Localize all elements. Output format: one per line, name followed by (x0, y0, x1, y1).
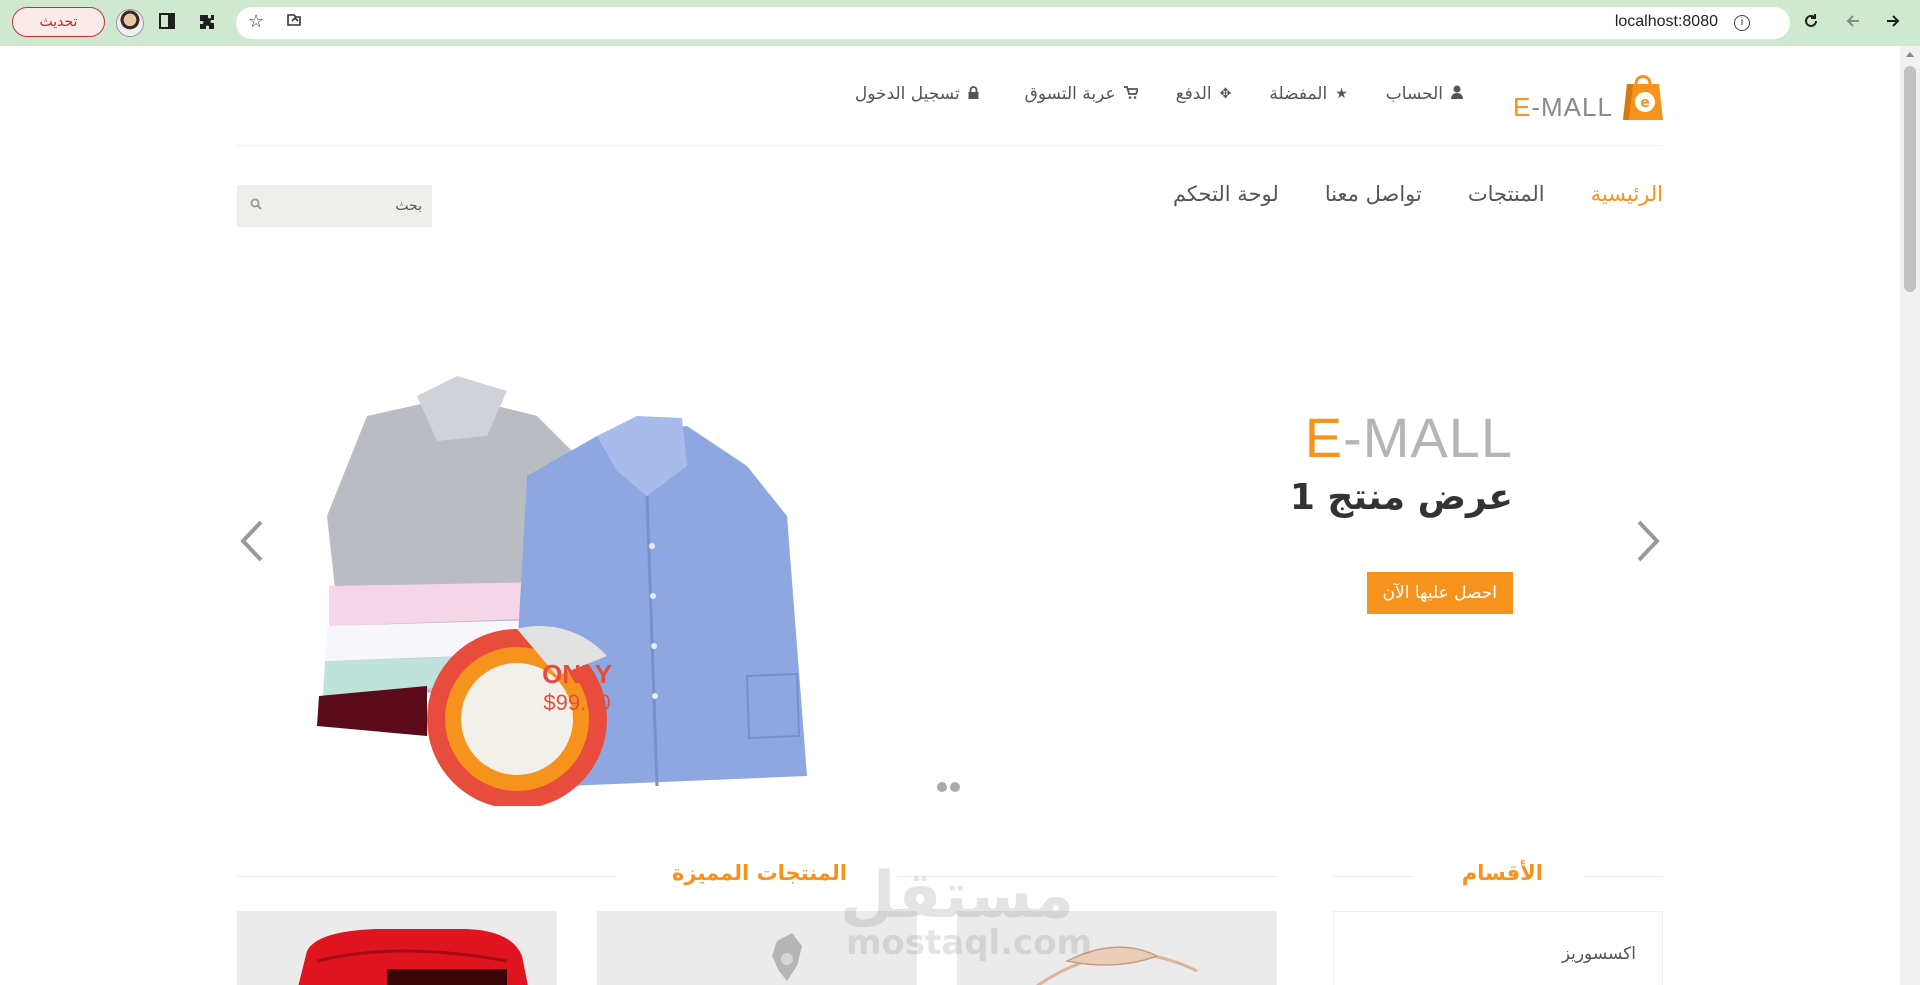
page-scrollbar[interactable] (1900, 46, 1920, 985)
featured-header: المنتجات المميزة (237, 861, 1277, 891)
extensions-icon[interactable] (196, 12, 218, 34)
slider-dot[interactable] (937, 782, 947, 792)
logo-text: E-MALL (1513, 92, 1613, 122)
cart-label: عربة التسوق (1024, 84, 1116, 104)
nav-item-home[interactable]: الرئيسية (1591, 182, 1663, 206)
sidebar-icon[interactable] (156, 12, 178, 34)
categories-list: اكسسوريز (1333, 911, 1663, 985)
crosshair-icon: ✥ (1219, 86, 1232, 102)
divider (237, 876, 617, 877)
categories-title: الأقسام (1461, 861, 1543, 885)
back-arrow-icon[interactable] (1842, 12, 1864, 34)
checkout-link[interactable]: ✥ الدفع (1176, 84, 1232, 104)
red-bag-image (298, 929, 528, 985)
badge-only-text: ONLY (542, 659, 612, 689)
main-nav: الرئيسية المنتجات تواصل معنا لوحة التحكم (237, 146, 1663, 246)
update-button[interactable]: تحديث ⋮ (12, 7, 729, 540)
share-icon[interactable] (284, 11, 304, 33)
nav-menu: الرئيسية المنتجات تواصل معنا لوحة التحكم (1173, 182, 1663, 206)
featured-title: المنتجات المميزة (671, 861, 847, 885)
address-bar[interactable]: ☆ localhost:8080 i (236, 7, 1790, 39)
product-card[interactable] (237, 911, 557, 985)
category-item[interactable]: اكسسوريز (1562, 944, 1636, 964)
cart-link[interactable]: عربة التسوق (1024, 84, 1139, 104)
hero-slider: E-MALL عرض منتج 1 احصل عليها الآن ONLY $… (237, 266, 1663, 806)
account-link[interactable]: الحساب (1386, 84, 1463, 104)
url-text: localhost:8080 (1614, 13, 1718, 30)
site-info-icon[interactable]: i (1734, 15, 1750, 31)
watermark-arabic: مستقل (840, 859, 1075, 933)
slider-prev-arrow-icon[interactable] (237, 516, 267, 566)
badge-price-text: $99.00 (543, 690, 611, 715)
scroll-up-arrow-icon[interactable] (1906, 52, 1914, 57)
login-label: تسجيل الدخول (854, 84, 960, 104)
checkout-label: الدفع (1175, 84, 1212, 104)
bookmark-star-icon[interactable]: ☆ (248, 11, 264, 32)
watermark: مستقل mostaql.com (840, 859, 1092, 985)
slider-dot[interactable] (950, 782, 960, 792)
categories-header: الأقسام (1333, 861, 1663, 891)
forward-arrow-icon[interactable] (1882, 12, 1904, 34)
browser-toolbar: تحديث ⋮ ☆ localhost:8080 i (0, 0, 1920, 540)
scrollbar-thumb[interactable] (1904, 66, 1916, 292)
get-it-now-button[interactable]: احصل عليها الآن (1366, 572, 1513, 614)
shirts-product-image (317, 376, 807, 806)
search-input[interactable] (272, 193, 422, 219)
site-logo[interactable]: E-MALL e (1513, 70, 1663, 122)
top-links: الحساب ★ المفضلة ✥ الدفع عربة التسوق تسج… (855, 84, 1463, 104)
price-badge: ONLY $99.00 (517, 659, 637, 717)
cart-icon (1123, 85, 1139, 103)
nav-item-products[interactable]: المنتجات (1468, 182, 1545, 206)
lock-icon (968, 85, 979, 103)
slide-brand: E-MALL (1304, 406, 1513, 469)
watermark-latin: mostaql.com (846, 923, 1093, 963)
login-link[interactable]: تسجيل الدخول (855, 84, 979, 104)
star-icon: ★ (1335, 86, 1348, 102)
svg-text:e: e (1640, 95, 1650, 111)
shopping-bag-logo-icon: e (1623, 75, 1663, 120)
search-icon[interactable] (250, 198, 262, 210)
slider-dots (937, 782, 960, 792)
profile-avatar[interactable] (116, 9, 144, 37)
divider (1583, 876, 1663, 877)
slide-caption: E-MALL عرض منتج 1 احصل عليها الآن (1290, 406, 1513, 614)
slide-title: عرض منتج 1 (1289, 477, 1513, 518)
user-icon (1451, 85, 1463, 103)
search-box (237, 185, 432, 227)
reload-icon[interactable] (1800, 12, 1822, 34)
account-label: الحساب (1385, 84, 1443, 104)
page: E-MALL e الحساب ★ المفضلة ✥ الدفع عربة ا… (0, 46, 1900, 985)
nav-item-dashboard[interactable]: لوحة التحكم (1173, 182, 1279, 206)
wishlist-link[interactable]: ★ المفضلة (1269, 84, 1347, 104)
top-bar: E-MALL e الحساب ★ المفضلة ✥ الدفع عربة ا… (237, 46, 1663, 146)
update-label: تحديث (39, 14, 78, 30)
divider (1333, 876, 1413, 877)
slider-next-arrow-icon[interactable] (1633, 516, 1663, 566)
wishlist-label: المفضلة (1269, 84, 1328, 104)
nav-item-contact[interactable]: تواصل معنا (1325, 182, 1422, 206)
